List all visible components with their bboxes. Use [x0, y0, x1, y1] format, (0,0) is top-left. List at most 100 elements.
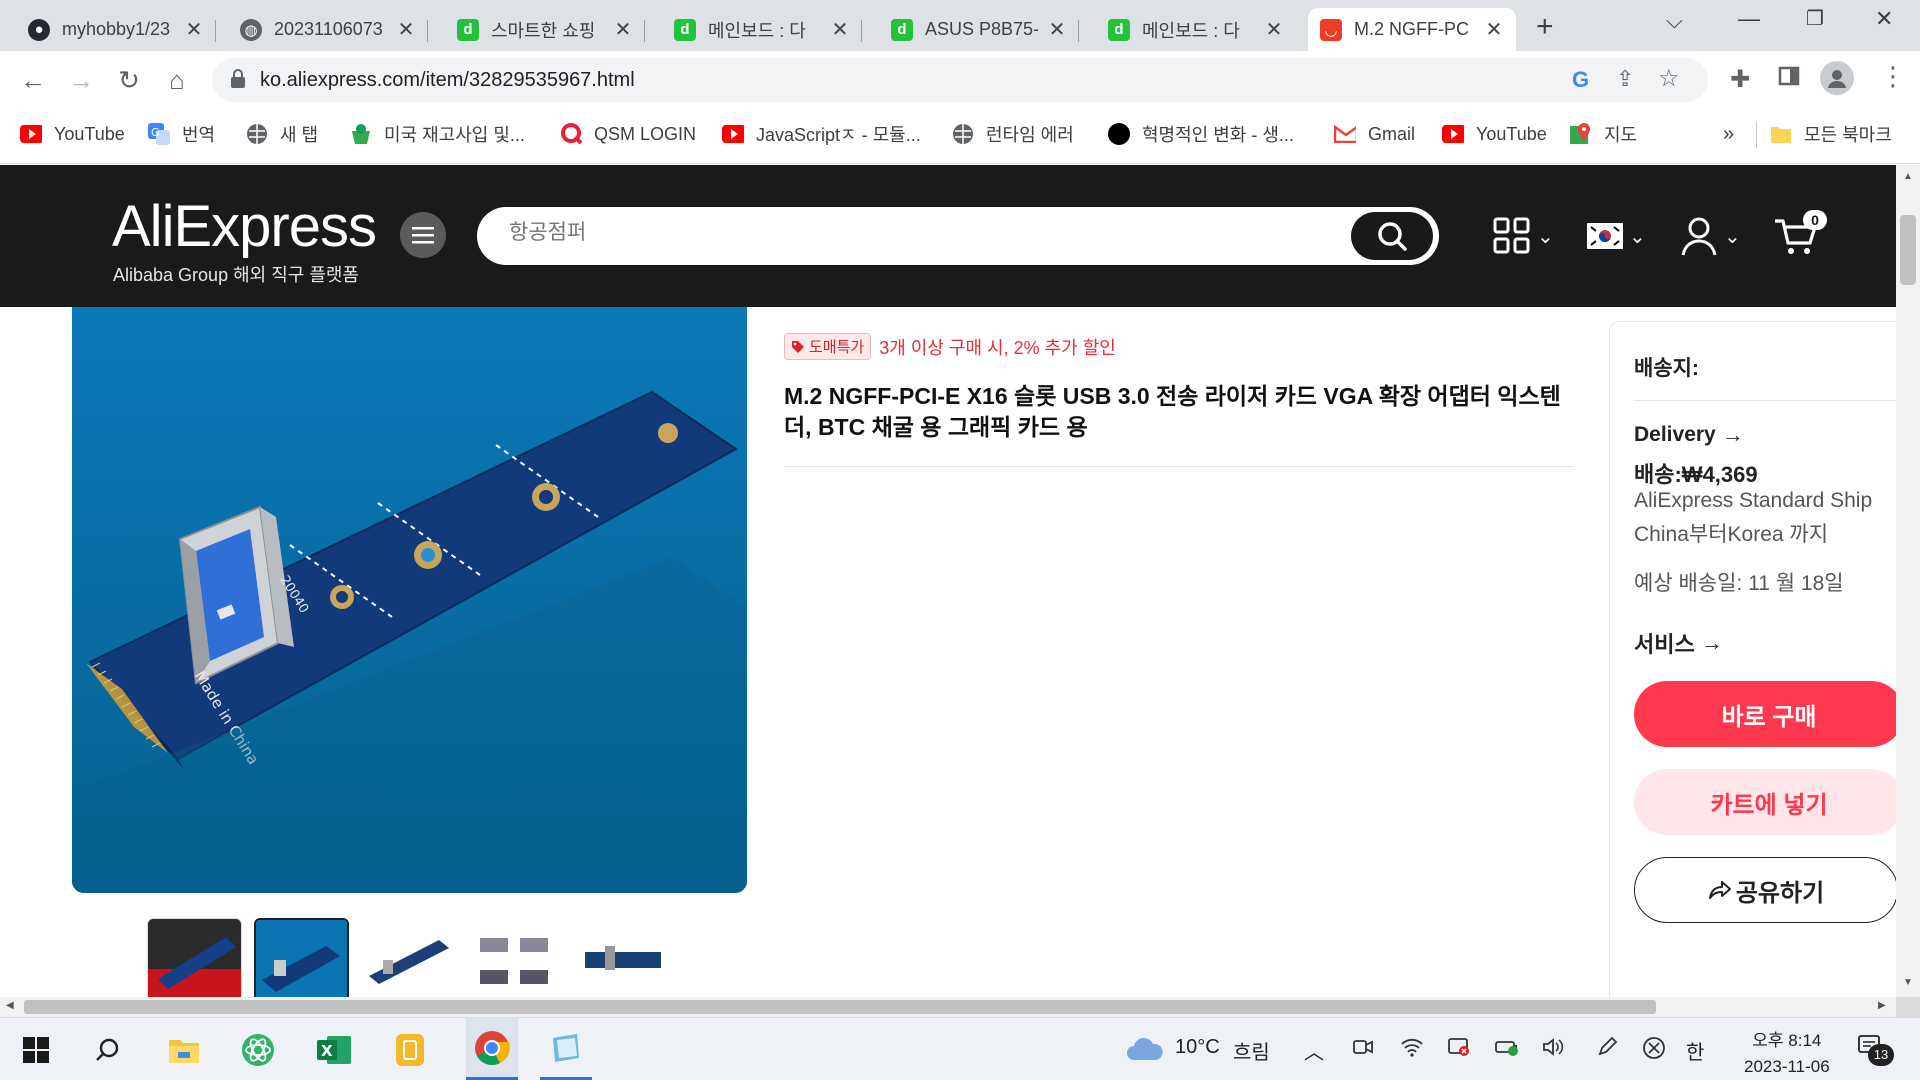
vertical-scroll-thumb[interactable]: [1900, 215, 1916, 285]
app-qr-button[interactable]: ⌄: [1493, 210, 1554, 262]
ship-to-label[interactable]: 배송지:: [1634, 352, 1699, 382]
tray-chevron-up-icon[interactable]: ︿: [1304, 1036, 1324, 1065]
scroll-down-arrow-icon[interactable]: ▼: [1903, 977, 1913, 988]
restore-window-icon[interactable]: ❐: [1806, 6, 1824, 31]
bookmark-star-icon[interactable]: ☆: [1658, 64, 1680, 93]
atom-app-icon[interactable]: [240, 1032, 276, 1068]
bookmark-javascript[interactable]: JavaScriptㅈ - 모듈...: [722, 120, 921, 148]
weather-description[interactable]: 흐림: [1233, 1036, 1270, 1065]
meet-camera-icon[interactable]: [1352, 1036, 1374, 1064]
bookmark-translate[interactable]: G 번역: [148, 120, 215, 148]
tab-danawa-2[interactable]: d 메인보드 : 다 ✕: [662, 8, 862, 51]
share-button[interactable]: 공유하기: [1634, 857, 1896, 923]
buy-now-button[interactable]: 바로 구매: [1634, 681, 1896, 747]
account-button[interactable]: ⌄: [1680, 210, 1741, 262]
close-tab-icon[interactable]: ✕: [613, 17, 633, 42]
aliexpress-logo[interactable]: AliExpress: [112, 193, 377, 260]
scroll-right-arrow-icon[interactable]: ▶: [1878, 1000, 1886, 1011]
wifi-icon[interactable]: [1400, 1036, 1424, 1064]
horizontal-scroll-thumb[interactable]: [24, 1000, 1656, 1014]
back-arrow-icon[interactable]: ←: [16, 63, 50, 97]
address-bar[interactable]: ko.aliexpress.com/item/32829535967.html …: [212, 58, 1708, 102]
chevron-down-icon: ⌄: [1724, 225, 1741, 248]
bookmark-all-bookmarks[interactable]: 모든 북마크: [1770, 120, 1892, 148]
thumbnail-1[interactable]: [147, 918, 242, 997]
close-tab-icon[interactable]: ✕: [830, 17, 850, 42]
security-alert-icon[interactable]: [1447, 1036, 1471, 1064]
battery-icon[interactable]: [1494, 1036, 1520, 1064]
search-input[interactable]: [509, 221, 1289, 245]
tab-github[interactable]: ● myhobby1/23 ✕: [16, 8, 216, 51]
extensions-puzzle-icon[interactable]: ✚: [1730, 65, 1750, 94]
lock-icon[interactable]: [230, 69, 246, 94]
bookmark-new-tab[interactable]: 새 탭: [246, 120, 318, 148]
notes-app-icon[interactable]: [392, 1032, 428, 1068]
tab-danawa-4[interactable]: d 메인보드 : 다 ✕: [1096, 8, 1296, 51]
horizontal-scrollbar[interactable]: ◀ ▶: [0, 997, 1896, 1017]
search-icon[interactable]: [90, 1032, 126, 1068]
bookmark-gmail[interactable]: Gmail: [1334, 120, 1415, 148]
kebab-menu-icon[interactable]: ⋮: [1880, 61, 1906, 92]
tab-aliexpress-active[interactable]: ◡ M.2 NGFF-PC ✕: [1308, 8, 1516, 51]
close-tab-icon[interactable]: ✕: [1047, 17, 1067, 42]
thumbnail-4[interactable]: [468, 918, 563, 997]
excel-icon[interactable]: X: [316, 1032, 352, 1068]
search-button[interactable]: [1351, 212, 1433, 260]
file-explorer-icon[interactable]: [166, 1032, 202, 1068]
google-lens-icon[interactable]: G: [1572, 67, 1589, 93]
bookmark-qsm[interactable]: QSM LOGIN: [560, 120, 696, 148]
scroll-left-arrow-icon[interactable]: ◀: [6, 1000, 14, 1011]
bookmark-label: YouTube: [1476, 123, 1547, 144]
weather-temperature[interactable]: 10°C: [1175, 1036, 1220, 1059]
thumbnail-5[interactable]: [575, 918, 670, 997]
maps-pin-icon: [1570, 123, 1592, 145]
forward-arrow-icon[interactable]: →: [64, 63, 98, 97]
close-tab-icon[interactable]: ✕: [396, 17, 416, 42]
notepad-app-icon[interactable]: [540, 1018, 592, 1080]
pen-input-icon[interactable]: [1596, 1036, 1618, 1064]
language-country-button[interactable]: ⌄: [1587, 210, 1646, 262]
home-icon[interactable]: ⌂: [160, 63, 194, 97]
share-page-icon[interactable]: ⇪: [1616, 66, 1634, 92]
arrow-right-icon: →: [1700, 630, 1723, 655]
tab-image[interactable]: ◍ 20231106073 ✕: [228, 8, 428, 51]
clock[interactable]: 오후 8:14 2023-11-06: [1744, 1026, 1830, 1077]
bookmark-youtube[interactable]: YouTube: [20, 120, 125, 148]
services-link[interactable]: 서비스 →: [1634, 627, 1723, 659]
category-menu-button[interactable]: [400, 212, 446, 258]
scroll-up-arrow-icon[interactable]: ▲: [1903, 171, 1913, 182]
cart-button[interactable]: 0: [1773, 210, 1829, 262]
thumbnail-3[interactable]: [361, 918, 456, 997]
cloudy-weather-icon[interactable]: [1126, 1036, 1164, 1067]
side-panel-icon[interactable]: [1778, 65, 1800, 92]
tab-search-chevron-icon[interactable]: ⌵: [1666, 8, 1683, 34]
blocked-circle-icon[interactable]: [1642, 1036, 1666, 1066]
product-main-image[interactable]: Made in China 20040: [72, 307, 747, 893]
bookmark-revolution[interactable]: 혁명적인 변화 - 생...: [1108, 120, 1294, 148]
bookmark-youtube-2[interactable]: YouTube: [1442, 120, 1547, 148]
delivery-link[interactable]: Delivery →: [1634, 422, 1744, 448]
close-tab-icon[interactable]: ✕: [1264, 17, 1284, 42]
bookmark-import[interactable]: 미국 재고사입 및...: [350, 120, 525, 148]
ime-language-indicator[interactable]: 한: [1686, 1036, 1704, 1065]
bookmark-maps[interactable]: 지도: [1570, 120, 1637, 148]
vertical-scrollbar[interactable]: ▲ ▼: [1896, 165, 1920, 997]
windows-start-icon[interactable]: [18, 1032, 54, 1068]
close-window-icon[interactable]: ✕: [1875, 6, 1893, 32]
thumbnail-2-selected[interactable]: [254, 918, 349, 997]
close-tab-icon[interactable]: ✕: [184, 17, 204, 42]
tab-danawa-1[interactable]: d 스마트한 쇼핑 ✕: [445, 8, 645, 51]
minimize-icon[interactable]: —: [1738, 6, 1760, 32]
tab-danawa-3[interactable]: d ASUS P8B75- ✕: [879, 8, 1079, 51]
globe-icon: [246, 123, 268, 145]
volume-icon[interactable]: [1541, 1036, 1565, 1064]
profile-avatar-icon[interactable]: [1820, 61, 1854, 95]
new-tab-plus-icon[interactable]: +: [1536, 10, 1554, 44]
bookmark-runtime-error[interactable]: 런타임 에러: [952, 120, 1074, 148]
notification-center-icon[interactable]: 13: [1856, 1032, 1894, 1068]
chrome-icon[interactable]: [466, 1018, 518, 1080]
close-tab-icon[interactable]: ✕: [1484, 17, 1504, 42]
bookmarks-overflow-chevron[interactable]: »: [1723, 120, 1734, 148]
add-to-cart-button[interactable]: 카트에 넣기: [1634, 769, 1896, 835]
reload-icon[interactable]: ↻: [112, 63, 146, 97]
